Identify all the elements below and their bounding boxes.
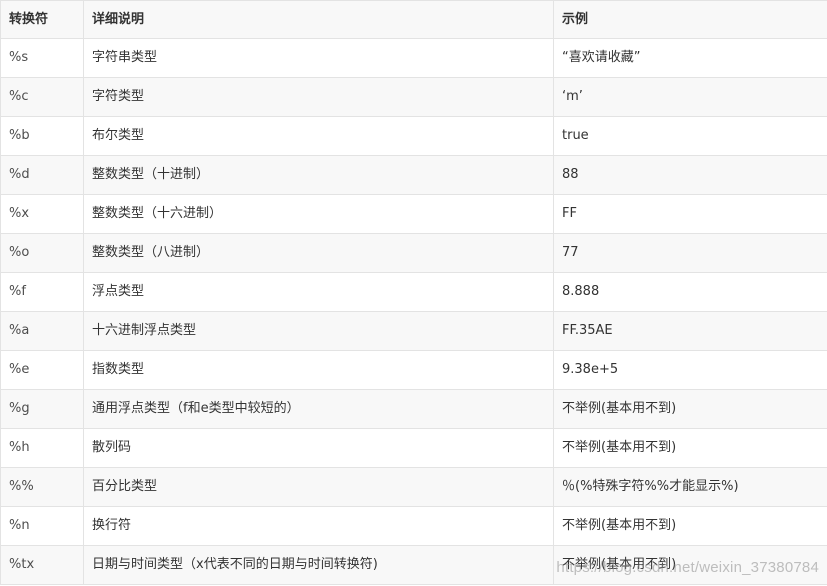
example-cell: 77 [553, 233, 827, 273]
example-cell: 9.38e+5 [553, 350, 827, 390]
table-row: %b 布尔类型 true [0, 116, 827, 156]
example-cell: 8.888 [553, 272, 827, 312]
example-cell: 不举例(基本用不到) [553, 389, 827, 429]
converter-cell: %f [0, 272, 84, 312]
converter-cell: %g [0, 389, 84, 429]
converter-cell: %h [0, 428, 84, 468]
description-cell: 布尔类型 [83, 116, 554, 156]
description-cell: 日期与时间类型（x代表不同的日期与时间转换符) [83, 545, 554, 585]
header-example: 示例 [553, 0, 827, 39]
format-specifier-table: 转换符 详细说明 示例 %s 字符串类型 “喜欢请收藏” %c 字符类型 ‘m’… [0, 0, 827, 585]
converter-cell: %tx [0, 545, 84, 585]
converter-cell: %% [0, 467, 84, 507]
table-row: %s 字符串类型 “喜欢请收藏” [0, 38, 827, 78]
description-cell: 指数类型 [83, 350, 554, 390]
example-cell: 不举例(基本用不到) [553, 428, 827, 468]
converter-cell: %c [0, 77, 84, 117]
description-cell: 整数类型（八进制） [83, 233, 554, 273]
example-cell: 88 [553, 155, 827, 195]
description-cell: 整数类型（十进制） [83, 155, 554, 195]
table-row: %a 十六进制浮点类型 FF.35AE [0, 311, 827, 351]
table-row: %% 百分比类型 ％(%特殊字符%%才能显示%) [0, 467, 827, 507]
description-cell: 通用浮点类型（f和e类型中较短的） [83, 389, 554, 429]
table-row: %h 散列码 不举例(基本用不到) [0, 428, 827, 468]
description-cell: 十六进制浮点类型 [83, 311, 554, 351]
converter-cell: %x [0, 194, 84, 234]
converter-cell: %o [0, 233, 84, 273]
description-cell: 百分比类型 [83, 467, 554, 507]
converter-cell: %n [0, 506, 84, 546]
table-row: %o 整数类型（八进制） 77 [0, 233, 827, 273]
table-row: %n 换行符 不举例(基本用不到) [0, 506, 827, 546]
header-converter: 转换符 [0, 0, 84, 39]
header-row: 转换符 详细说明 示例 [0, 0, 827, 39]
table-body: %s 字符串类型 “喜欢请收藏” %c 字符类型 ‘m’ %b 布尔类型 tru… [0, 38, 827, 585]
table-row: %g 通用浮点类型（f和e类型中较短的） 不举例(基本用不到) [0, 389, 827, 429]
converter-cell: %e [0, 350, 84, 390]
converter-cell: %d [0, 155, 84, 195]
description-cell: 字符串类型 [83, 38, 554, 78]
example-cell: 不举例(基本用不到) [553, 506, 827, 546]
table-row: %tx 日期与时间类型（x代表不同的日期与时间转换符) 不举例(基本用不到) [0, 545, 827, 585]
example-cell: FF [553, 194, 827, 234]
example-cell: FF.35AE [553, 311, 827, 351]
description-cell: 换行符 [83, 506, 554, 546]
converter-cell: %s [0, 38, 84, 78]
table-row: %f 浮点类型 8.888 [0, 272, 827, 312]
table-row: %x 整数类型（十六进制） FF [0, 194, 827, 234]
converter-cell: %b [0, 116, 84, 156]
header-description: 详细说明 [83, 0, 554, 39]
table-row: %e 指数类型 9.38e+5 [0, 350, 827, 390]
description-cell: 散列码 [83, 428, 554, 468]
table-header: 转换符 详细说明 示例 [0, 0, 827, 39]
example-cell: true [553, 116, 827, 156]
example-cell: 不举例(基本用不到) [553, 545, 827, 585]
table-row: %d 整数类型（十进制） 88 [0, 155, 827, 195]
description-cell: 字符类型 [83, 77, 554, 117]
description-cell: 浮点类型 [83, 272, 554, 312]
table-row: %c 字符类型 ‘m’ [0, 77, 827, 117]
description-cell: 整数类型（十六进制） [83, 194, 554, 234]
example-cell: ‘m’ [553, 77, 827, 117]
example-cell: “喜欢请收藏” [553, 38, 827, 78]
example-cell: ％(%特殊字符%%才能显示%) [553, 467, 827, 507]
converter-cell: %a [0, 311, 84, 351]
